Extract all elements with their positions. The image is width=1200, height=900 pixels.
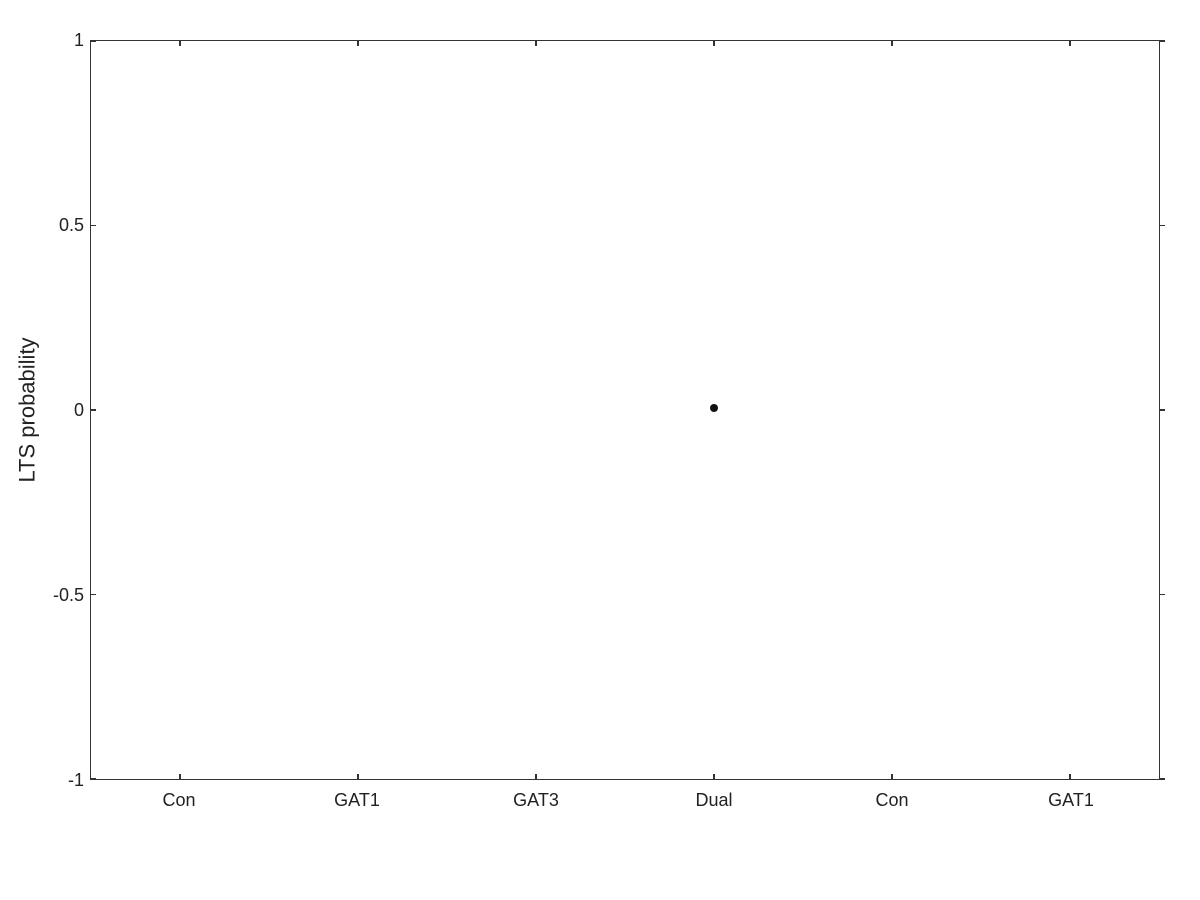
x-tick-dual: [713, 774, 715, 780]
x-tick-con1: [179, 774, 181, 780]
y-label-n1: -1: [39, 770, 84, 791]
x-tick-top-con1: [179, 40, 181, 46]
x-tick-top-gat1-2: [1069, 40, 1071, 46]
x-tick-top-gat3: [535, 40, 537, 46]
y-tick-r-0: [1159, 409, 1165, 411]
y-label-n05: -0.5: [24, 585, 84, 606]
x-tick-con2: [891, 774, 893, 780]
data-point-dual: [710, 404, 718, 412]
y-axis-label-wrapper: LTS probability: [8, 40, 48, 780]
y-label-0: 0: [44, 400, 84, 421]
x-label-gat1-2: GAT1: [1048, 790, 1094, 811]
chart-plot-area: [90, 40, 1160, 780]
x-tick-gat3: [535, 774, 537, 780]
y-tick-r-1: [1159, 40, 1165, 42]
chart-container: LTS probability: [0, 0, 1200, 900]
y-tick-r-n1: [1159, 778, 1165, 780]
x-tick-top-gat1: [357, 40, 359, 46]
x-label-con2: Con: [875, 790, 908, 811]
y-tick-n1: [90, 778, 96, 780]
x-label-con1: Con: [162, 790, 195, 811]
y-tick-05: [90, 225, 96, 227]
y-tick-0: [90, 409, 96, 411]
x-label-gat1: GAT1: [334, 790, 380, 811]
x-tick-gat1-2: [1069, 774, 1071, 780]
y-tick-n05: [90, 594, 96, 596]
y-tick-1: [90, 40, 96, 42]
x-tick-gat1: [357, 774, 359, 780]
x-tick-top-dual: [713, 40, 715, 46]
y-tick-r-n05: [1159, 594, 1165, 596]
x-tick-top-con2: [891, 40, 893, 46]
x-label-gat3: GAT3: [513, 790, 559, 811]
y-label-05: 0.5: [29, 215, 84, 236]
y-label-1: 1: [34, 30, 84, 51]
y-axis-label: LTS probability: [15, 337, 41, 482]
x-label-dual: Dual: [695, 790, 732, 811]
y-tick-r-05: [1159, 225, 1165, 227]
